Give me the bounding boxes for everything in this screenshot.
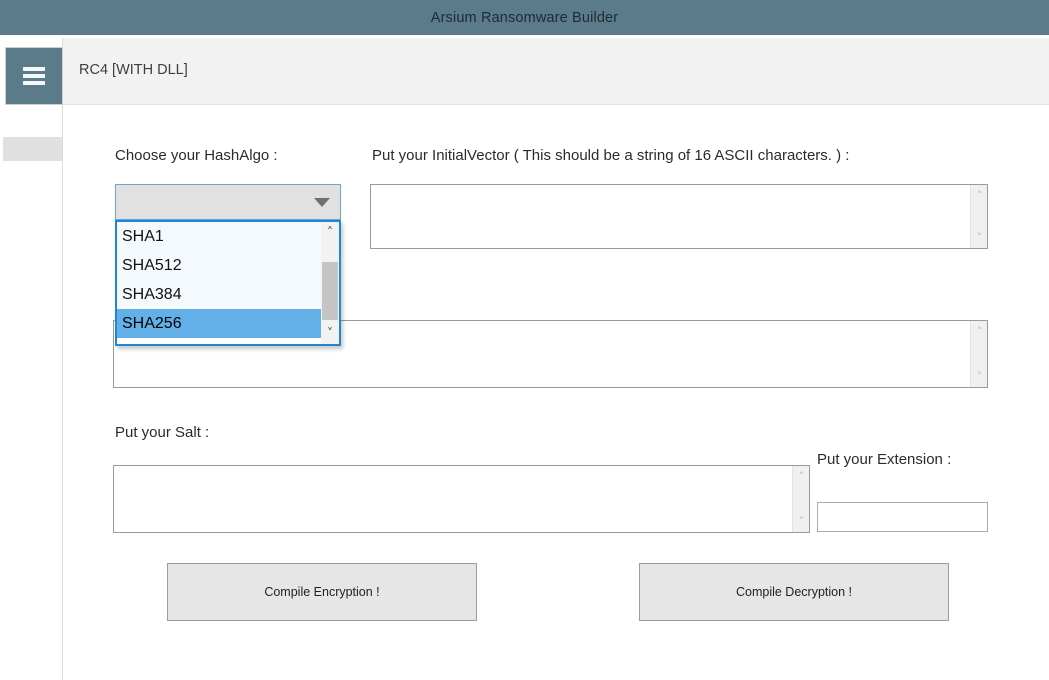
sidebar-item-placeholder[interactable] (3, 137, 62, 161)
salt-label: Put your Salt : (115, 424, 210, 441)
hash-algo-label: Choose your HashAlgo : (115, 147, 278, 164)
hash-algo-option[interactable]: SHA256 (117, 309, 321, 338)
hash-algo-combobox[interactable] (115, 184, 341, 220)
list-scroll-down-icon[interactable]: ˅ (321, 323, 339, 344)
hash-algo-option[interactable]: SHA512 (117, 251, 321, 280)
list-scroll-thumb[interactable] (322, 262, 338, 320)
initial-vector-textarea[interactable]: ˄ ˅ (370, 184, 988, 249)
hash-algo-dropdown-list[interactable]: SHA1 SHA512 SHA384 SHA256 ˄ ˅ (115, 220, 341, 346)
scroll-down-icon[interactable]: ˅ (971, 368, 988, 385)
scroll-down-icon[interactable]: ˅ (793, 513, 810, 530)
initial-vector-label: Put your InitialVector ( This should be … (372, 147, 850, 164)
extension-label: Put your Extension : (817, 451, 952, 468)
window-titlebar: Arsium Ransomware Builder (0, 0, 1049, 35)
window-title: Arsium Ransomware Builder (430, 9, 619, 26)
salt-scrollbar[interactable]: ˄ ˅ (792, 466, 809, 532)
hash-algo-option[interactable]: SHA1 (117, 222, 321, 251)
scroll-up-icon[interactable]: ˄ (793, 468, 810, 485)
hash-algo-option-container: SHA1 SHA512 SHA384 SHA256 (117, 222, 321, 344)
hash-algo-option[interactable]: SHA384 (117, 280, 321, 309)
chevron-down-icon[interactable] (314, 198, 330, 207)
compile-encryption-button[interactable]: Compile Encryption ! (167, 563, 477, 621)
scroll-up-icon[interactable]: ˄ (971, 323, 988, 340)
scroll-down-icon[interactable]: ˅ (971, 229, 988, 246)
hamburger-menu-icon (23, 67, 45, 85)
hash-algo-list-scrollbar[interactable]: ˄ ˅ (321, 222, 339, 344)
salt-textarea[interactable]: ˄ ˅ (113, 465, 810, 533)
list-scroll-up-icon[interactable]: ˄ (321, 222, 339, 243)
compile-decryption-button[interactable]: Compile Decryption ! (639, 563, 949, 621)
extension-input[interactable] (817, 502, 988, 532)
salt-input[interactable] (114, 466, 792, 532)
initial-vector-scrollbar[interactable]: ˄ ˅ (970, 185, 987, 248)
hamburger-menu-button[interactable] (5, 47, 63, 105)
scroll-up-icon[interactable]: ˄ (971, 187, 988, 204)
compile-decryption-label: Compile Decryption ! (735, 585, 852, 599)
main-content: Choose your HashAlgo : Put your InitialV… (64, 106, 1049, 680)
page-title: RC4 [WITH DLL] (79, 62, 188, 78)
sidebar (0, 38, 63, 680)
page-header: RC4 [WITH DLL] (63, 38, 1049, 105)
initial-vector-input[interactable] (371, 185, 970, 248)
second-field-scrollbar[interactable]: ˄ ˅ (970, 321, 987, 387)
compile-encryption-label: Compile Encryption ! (264, 585, 380, 599)
